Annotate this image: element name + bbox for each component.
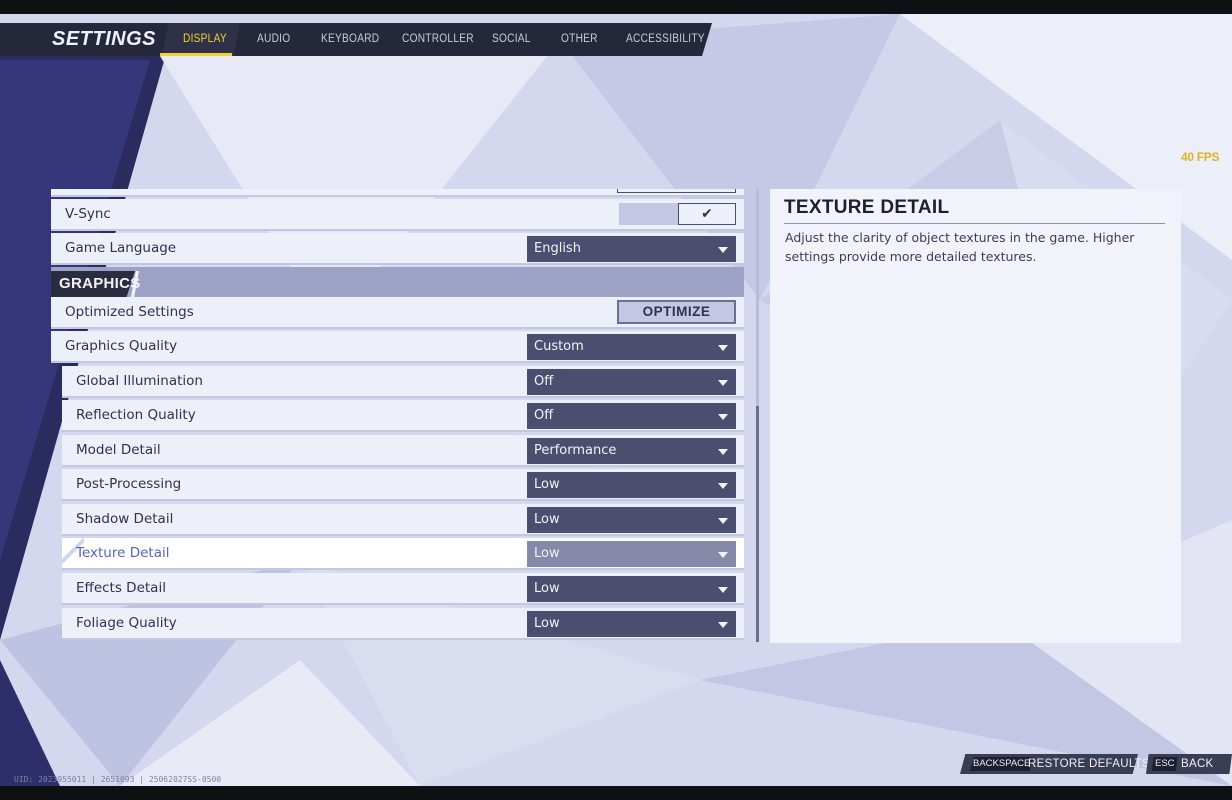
setting-row-global-illumination[interactable]: Global Illumination Off [62, 366, 744, 398]
setting-row-shadow-detail[interactable]: Shadow Detail Low [62, 504, 744, 536]
page-title: SETTINGS [52, 28, 157, 50]
checkmark-icon: ✔ [678, 203, 736, 225]
chevron-down-icon [718, 380, 728, 386]
chevron-down-icon [718, 552, 728, 558]
uid-text: UID: 2023955011 | 2651093 | 25062027SS-0… [14, 775, 222, 784]
section-title: GRAPHICS [59, 275, 141, 292]
list-row-partial [51, 189, 744, 197]
setting-label: Model Detail [76, 442, 161, 458]
setting-label: Post-Processing [76, 476, 182, 492]
setting-label: V-Sync [65, 206, 111, 222]
dropdown-value: Low [534, 616, 560, 631]
optimize-button[interactable]: OPTIMIZE [617, 300, 736, 324]
tab-controller[interactable]: CONTROLLER [402, 23, 474, 56]
tab-display[interactable]: DISPLAY [183, 23, 227, 56]
graphics-quality-dropdown[interactable]: Custom [527, 334, 736, 360]
backspace-key-badge: BACKSPACE [970, 757, 1034, 771]
dropdown-value: Performance [534, 443, 617, 458]
chevron-down-icon [718, 449, 728, 455]
bottom-letterbox [0, 786, 1232, 800]
effects-detail-dropdown[interactable]: Low [527, 576, 736, 602]
post-processing-dropdown[interactable]: Low [527, 472, 736, 498]
setting-row-optimized-settings[interactable]: Optimized Settings OPTIMIZE [51, 297, 744, 329]
tab-accessibility[interactable]: ACCESSIBILITY [626, 23, 705, 56]
description-title: TEXTURE DETAIL [784, 197, 950, 218]
setting-label: Global Illumination [76, 373, 203, 389]
dropdown-value: Off [534, 408, 554, 423]
model-detail-dropdown[interactable]: Performance [527, 438, 736, 464]
setting-row-graphics-quality[interactable]: Graphics Quality Custom [51, 331, 744, 363]
dropdown-value: Low [534, 581, 560, 596]
setting-row-effects-detail[interactable]: Effects Detail Low [62, 573, 744, 605]
reflection-quality-dropdown[interactable]: Off [527, 403, 736, 429]
dropdown-value: Custom [534, 339, 584, 354]
divider [784, 223, 1165, 224]
dropdown-value: Low [534, 512, 560, 527]
description-text: Adjust the clarity of object textures in… [785, 230, 1135, 264]
esc-key-badge: ESC [1152, 757, 1178, 771]
tab-social[interactable]: SOCIAL [492, 23, 531, 56]
foliage-quality-dropdown[interactable]: Low [527, 611, 736, 637]
chevron-down-icon [718, 345, 728, 351]
chevron-down-icon [718, 518, 728, 524]
chevron-down-icon [718, 622, 728, 628]
global-illumination-dropdown[interactable]: Off [527, 369, 736, 395]
setting-row-reflection-quality[interactable]: Reflection Quality Off [62, 400, 744, 432]
description-panel: TEXTURE DETAIL Adjust the clarity of obj… [770, 189, 1181, 643]
top-letterbox [0, 0, 1232, 14]
tab-audio[interactable]: AUDIO [257, 23, 290, 56]
tab-other[interactable]: OTHER [561, 23, 598, 56]
setting-label: Graphics Quality [65, 338, 178, 354]
setting-row-vsync[interactable]: V-Sync ✔ [51, 199, 744, 231]
setting-label: Shadow Detail [76, 511, 174, 527]
chevron-down-icon [718, 483, 728, 489]
settings-navbar: SETTINGS DISPLAY AUDIO KEYBOARD CONTROLL… [0, 23, 712, 56]
dropdown-value: English [534, 241, 581, 256]
setting-label: Foliage Quality [76, 615, 177, 631]
setting-label: Optimized Settings [65, 304, 194, 320]
partial-control [617, 189, 736, 193]
section-header-graphics: GRAPHICS [51, 267, 744, 297]
dropdown-value: Low [534, 477, 560, 492]
setting-label: Effects Detail [76, 580, 166, 596]
setting-row-post-processing[interactable]: Post-Processing Low [62, 469, 744, 501]
game-language-dropdown[interactable]: English [527, 236, 736, 262]
setting-row-foliage-quality[interactable]: Foliage Quality Low [62, 608, 744, 640]
setting-row-model-detail[interactable]: Model Detail Performance [62, 435, 744, 467]
restore-defaults-label: RESTORE DEFAULTS [1028, 758, 1150, 770]
tab-keyboard[interactable]: KEYBOARD [321, 23, 379, 56]
texture-detail-dropdown[interactable]: Low [527, 541, 736, 567]
settings-list: V-Sync ✔ Game Language English GRAPHICS … [51, 189, 744, 641]
shadow-detail-dropdown[interactable]: Low [527, 507, 736, 533]
dropdown-value: Off [534, 374, 554, 389]
chevron-down-icon [718, 587, 728, 593]
back-label: BACK [1181, 758, 1214, 770]
setting-row-game-language[interactable]: Game Language English [51, 233, 744, 265]
chevron-down-icon [718, 247, 728, 253]
setting-label: Reflection Quality [76, 407, 196, 423]
fps-counter: 40 FPS [1181, 150, 1220, 164]
chevron-down-icon [718, 414, 728, 420]
scrollbar-thumb[interactable] [756, 406, 759, 642]
vsync-toggle[interactable]: ✔ [619, 203, 736, 225]
setting-label: Texture Detail [76, 545, 170, 561]
setting-label: Game Language [65, 240, 177, 256]
dropdown-value: Low [534, 546, 560, 561]
setting-row-texture-detail[interactable]: Texture Detail Low [62, 538, 744, 570]
